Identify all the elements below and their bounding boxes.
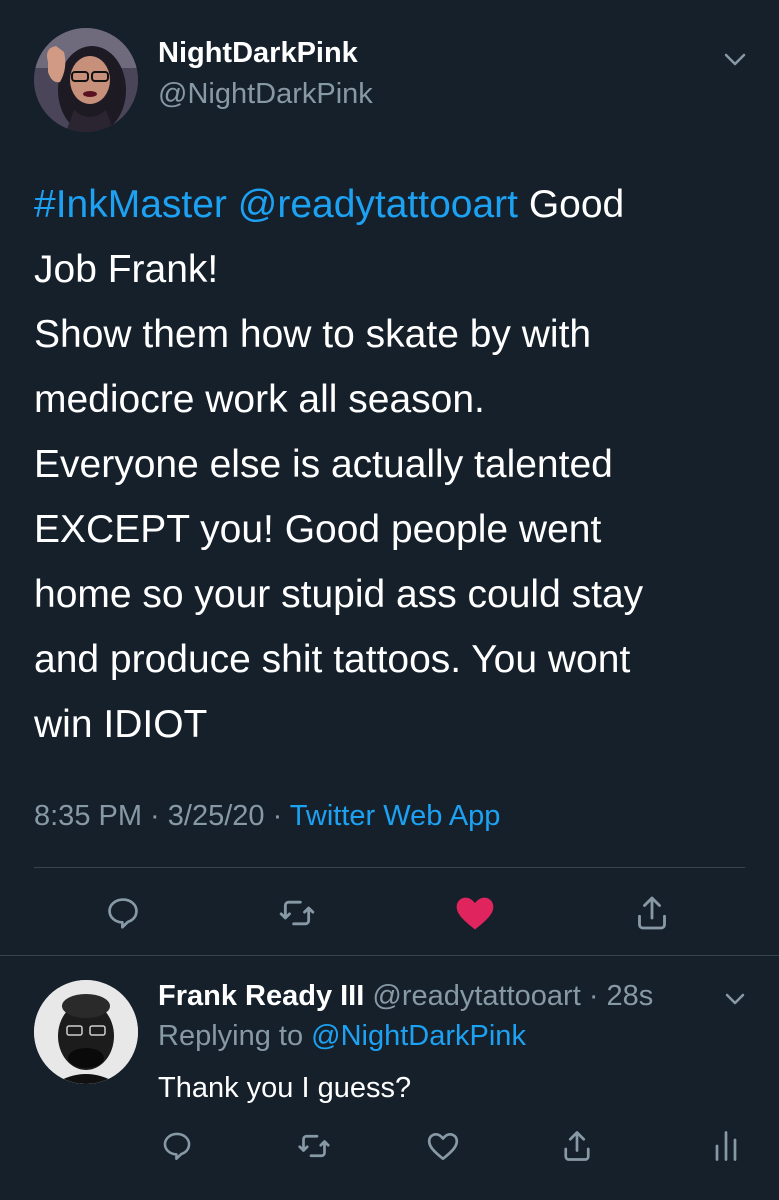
avatar-image [34,28,138,132]
avatar[interactable] [34,28,138,132]
reply-icon [163,1132,191,1161]
tweet-line: Show them how to skate by with [34,313,592,356]
tweet-detail-page: NightDarkPink @NightDarkPink #InkMaster … [0,0,779,1200]
analytics-button[interactable] [704,1124,748,1168]
share-icon [638,896,666,930]
tweet-line: and produce shit tattoos. You wont [34,638,631,681]
tweet-line: mediocre work all season. [34,378,485,421]
reply-tweet[interactable]: Frank Ready III @readytattooart · 28s Re… [0,956,779,1200]
meta-separator: · [580,980,607,1012]
tweet-line: win IDIOT [34,703,208,746]
tweet-meta: 8:35 PM · 3/25/20 · Twitter Web App [34,800,500,833]
replying-to: Replying to @NightDarkPink [158,1020,526,1053]
mention-link[interactable]: @NightDarkPink [311,1020,526,1052]
hashtag-link[interactable]: #InkMaster [34,183,227,226]
like-button[interactable] [421,1124,465,1168]
avatar-image [34,980,138,1084]
share-icon [564,1131,590,1161]
tweet-source-link[interactable]: Twitter Web App [290,800,501,832]
heart-outline-icon [427,1132,459,1161]
retweet-button[interactable] [292,1124,336,1168]
heart-icon [456,897,494,930]
meta-separator: · [264,800,290,832]
share-button[interactable] [630,891,674,935]
author-name[interactable]: Frank Ready III [158,980,364,1012]
tweet-date[interactable]: 3/25/20 [168,800,265,832]
divider [34,867,745,868]
author-handle[interactable]: @readytattooart [372,980,580,1012]
tweet-line: home so your stupid ass could stay [34,573,644,616]
reply-text: Thank you I guess? [158,1072,412,1104]
tweet-text: #InkMaster @readytattooart Good Job Fran… [34,172,734,757]
tweet-line: EXCEPT you! Good people went [34,508,602,551]
analytics-icon [715,1131,737,1161]
tweet-time[interactable]: 8:35 PM [34,800,142,832]
reply-button[interactable] [101,891,145,935]
avatar[interactable] [34,980,138,1084]
author-name[interactable]: NightDarkPink [158,37,358,70]
tweet-line: #InkMaster @readytattooart Good [34,172,734,237]
replying-prefix: Replying to [158,1020,312,1052]
reply-icon [108,898,138,929]
reply-actions [0,1116,779,1176]
retweet-button[interactable] [275,891,319,935]
meta-separator: · [142,800,168,832]
author-handle[interactable]: @NightDarkPink [158,78,373,111]
like-button[interactable] [453,891,497,935]
reply-time[interactable]: 28s [607,980,654,1012]
share-button[interactable] [555,1124,599,1168]
mention-link[interactable]: @readytattooart [238,183,518,226]
chevron-down-icon[interactable] [720,984,750,1014]
main-tweet: NightDarkPink @NightDarkPink #InkMaster … [0,0,779,955]
reply-header: Frank Ready III @readytattooart · 28s [158,980,653,1013]
retweet-icon [298,1134,330,1158]
tweet-line: Job Frank! [34,248,219,291]
tweet-line: Everyone else is actually talented [34,443,613,486]
tweet-actions [0,883,779,943]
chevron-down-icon[interactable] [720,44,750,74]
reply-button[interactable] [155,1124,199,1168]
tweet-text-segment: Good [518,183,625,226]
retweet-icon [279,900,315,926]
